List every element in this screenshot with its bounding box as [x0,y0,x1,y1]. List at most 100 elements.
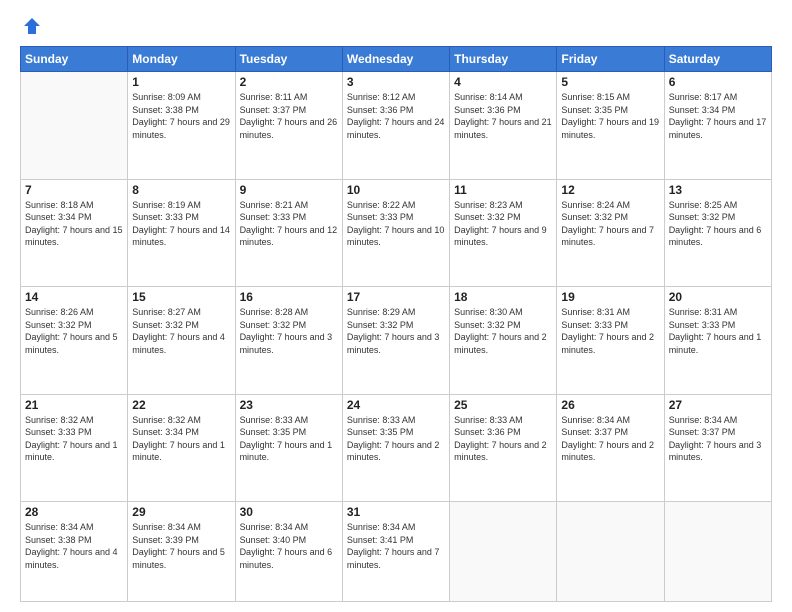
week-row-3: 14Sunrise: 8:26 AMSunset: 3:32 PMDayligh… [21,287,772,395]
page: SundayMondayTuesdayWednesdayThursdayFrid… [0,0,792,612]
sunrise-text: Sunrise: 8:15 AM [561,92,630,102]
daylight-text: Daylight: 7 hours and 15 minutes. [25,225,123,248]
day-info: Sunrise: 8:22 AMSunset: 3:33 PMDaylight:… [347,199,445,249]
weekday-header-friday: Friday [557,47,664,72]
week-row-1: 1 Sunrise: 8:09 AM Sunset: 3:38 PM Daylight… [21,72,772,180]
day-info: Sunrise: 8:26 AMSunset: 3:32 PMDaylight:… [25,306,123,356]
day-number: 15 [132,290,230,304]
calendar-cell [450,502,557,602]
daylight-text: Daylight: 7 hours and 1 minute. [132,440,225,463]
weekday-header-row: SundayMondayTuesdayWednesdayThursdayFrid… [21,47,772,72]
sunrise-text: Sunrise: 8:34 AM [132,522,201,532]
day-info: Sunrise: 8:27 AMSunset: 3:32 PMDaylight:… [132,306,230,356]
sunrise-text: Sunrise: 8:28 AM [240,307,309,317]
day-info: Sunrise: 8:32 AMSunset: 3:33 PMDaylight:… [25,414,123,464]
day-info: Sunrise: 8:30 AMSunset: 3:32 PMDaylight:… [454,306,552,356]
logo [20,16,42,36]
day-info: Sunrise: 8:17 AMSunset: 3:34 PMDaylight:… [669,91,767,141]
sunrise-text: Sunrise: 8:14 AM [454,92,523,102]
day-info: Sunrise: 8:21 AMSunset: 3:33 PMDaylight:… [240,199,338,249]
sunset-text: Sunset: 3:38 PM [132,105,199,115]
daylight-text: Daylight: 7 hours and 2 minutes. [347,440,440,463]
day-number: 12 [561,183,659,197]
sunrise-text: Sunrise: 8:34 AM [669,415,738,425]
day-info: Sunrise: 8:31 AMSunset: 3:33 PMDaylight:… [669,306,767,356]
calendar-cell: 1 Sunrise: 8:09 AM Sunset: 3:38 PM Daylight… [128,72,235,180]
sunset-text: Sunset: 3:32 PM [454,212,521,222]
day-number: 19 [561,290,659,304]
sunset-text: Sunset: 3:38 PM [25,535,92,545]
day-number: 25 [454,398,552,412]
calendar-cell: 11Sunrise: 8:23 AMSunset: 3:32 PMDayligh… [450,179,557,287]
calendar-cell: 13Sunrise: 8:25 AMSunset: 3:32 PMDayligh… [664,179,771,287]
daylight-text: Daylight: 7 hours and 21 minutes. [454,117,552,140]
day-number: 30 [240,505,338,519]
day-info: Sunrise: 8:34 AMSunset: 3:38 PMDaylight:… [25,521,123,571]
daylight-text: Daylight: 7 hours and 9 minutes. [454,225,547,248]
calendar-cell [664,502,771,602]
daylight-text: Daylight: 7 hours and 2 minutes. [561,440,654,463]
calendar-cell: 4Sunrise: 8:14 AMSunset: 3:36 PMDaylight… [450,72,557,180]
calendar-cell: 12 Sunrise: 8:24 AMSunset: 3:32 PMDayligh… [557,179,664,287]
sunset-text: Sunset: 3:37 PM [240,105,307,115]
calendar-cell: 25Sunrise: 8:33 AMSunset: 3:36 PMDayligh… [450,394,557,502]
daylight-text: Daylight: 7 hours and 1 minute. [669,332,762,355]
sunrise-text: Sunrise: 8:18 AM [25,200,94,210]
sunset-text: Sunset: 3:32 PM [561,212,628,222]
sunrise-text: Sunrise: 8:19 AM [132,200,201,210]
calendar-cell: 5Sunrise: 8:15 AMSunset: 3:35 PMDaylight… [557,72,664,180]
sunrise-text: Sunrise: 8:26 AM [25,307,94,317]
sunrise-text: Sunrise: 8:21 AM [240,200,309,210]
sunrise-text: Sunrise: 8:33 AM [347,415,416,425]
calendar-cell: 17Sunrise: 8:29 AMSunset: 3:32 PMDayligh… [342,287,449,395]
day-info: Sunrise: 8:28 AMSunset: 3:32 PMDaylight:… [240,306,338,356]
sunset-text: Sunset: 3:33 PM [561,320,628,330]
sunset-text: Sunset: 3:33 PM [669,320,736,330]
day-info: Sunrise: 8:33 AM Sunset: 3:35 PM Daylight:… [347,414,445,464]
daylight-text: Daylight: 7 hours and 29 minutes. [132,117,230,140]
sunset-text: Sunset: 3:34 PM [669,105,736,115]
calendar-cell: 9Sunrise: 8:21 AMSunset: 3:33 PMDaylight… [235,179,342,287]
day-info: Sunrise: 8:33 AMSunset: 3:35 PMDaylight:… [240,414,338,464]
calendar-cell: 2Sunrise: 8:11 AMSunset: 3:37 PMDaylight… [235,72,342,180]
weekday-header-thursday: Thursday [450,47,557,72]
calendar-cell: 27Sunrise: 8:34 AMSunset: 3:37 PMDayligh… [664,394,771,502]
day-info: Sunrise: 8:25 AMSunset: 3:32 PMDaylight:… [669,199,767,249]
sunset-text: Sunset: 3:37 PM [669,427,736,437]
day-number: 22 [132,398,230,412]
header [20,16,772,36]
day-info: Sunrise: 8:24 AMSunset: 3:32 PMDaylight:… [561,199,659,249]
week-row-4: 21Sunrise: 8:32 AMSunset: 3:33 PMDayligh… [21,394,772,502]
daylight-text: Daylight: 7 hours and 24 minutes. [347,117,445,140]
sunset-text: Sunset: 3:33 PM [132,212,199,222]
sunset-text: Sunset: 3:35 PM [347,427,414,437]
calendar-cell: 23 Sunrise: 8:33 AMSunset: 3:35 PMDayligh… [235,394,342,502]
sunset-text: Sunset: 3:41 PM [347,535,414,545]
daylight-text: Daylight: 7 hours and 3 minutes. [347,332,440,355]
day-info: Sunrise: 8:23 AMSunset: 3:32 PMDaylight:… [454,199,552,249]
sunrise-text: Sunrise: 8:09 AM [132,92,201,102]
day-info: Sunrise: 8:19 AMSunset: 3:33 PMDaylight:… [132,199,230,249]
daylight-text: Daylight: 7 hours and 3 minutes. [669,440,762,463]
sunrise-text: Sunrise: 8:11 AM [240,92,308,102]
day-number: 1 [132,75,230,89]
day-number: 28 [25,505,123,519]
day-number: 6 [669,75,767,89]
sunset-text: Sunset: 3:33 PM [347,212,414,222]
day-number: 10 [347,183,445,197]
sunrise-text: Sunrise: 8:27 AM [132,307,201,317]
daylight-text: Daylight: 7 hours and 3 minutes. [240,332,333,355]
calendar-cell: 29Sunrise: 8:34 AMSunset: 3:39 PMDayligh… [128,502,235,602]
sunrise-text: Sunrise: 8:32 AM [25,415,94,425]
day-number: 23 [240,398,338,412]
sunrise-text: Sunrise: 8:33 AM [454,415,523,425]
day-number: 2 [240,75,338,89]
calendar-cell: 21Sunrise: 8:32 AMSunset: 3:33 PMDayligh… [21,394,128,502]
daylight-text: Daylight: 7 hours and 7 minutes. [561,225,654,248]
sunset-text: Sunset: 3:40 PM [240,535,307,545]
calendar-cell: 22Sunrise: 8:32 AMSunset: 3:34 PMDayligh… [128,394,235,502]
calendar-cell: 8Sunrise: 8:19 AMSunset: 3:33 PMDaylight… [128,179,235,287]
daylight-text: Daylight: 7 hours and 1 minute. [25,440,118,463]
sunrise-text: Sunrise: 8:34 AM [25,522,94,532]
calendar-cell: 18Sunrise: 8:30 AMSunset: 3:32 PMDayligh… [450,287,557,395]
